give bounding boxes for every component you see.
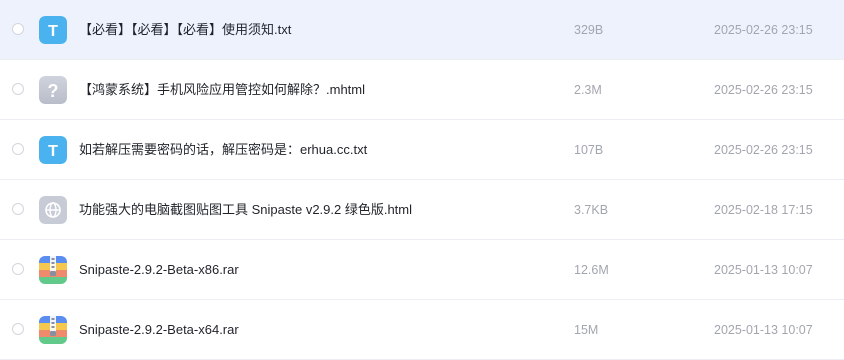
file-date: 2025-02-26 23:15	[714, 23, 813, 37]
archive-file-icon	[39, 316, 67, 344]
svg-text:T: T	[48, 143, 58, 160]
row-checkbox[interactable]	[12, 263, 24, 275]
file-name[interactable]: Snipaste-2.9.2-Beta-x86.rar	[79, 240, 239, 300]
file-date: 2025-01-13 10:07	[714, 323, 813, 337]
row-checkbox[interactable]	[12, 23, 24, 35]
file-name[interactable]: 功能强大的电脑截图贴图工具 Snipaste v2.9.2 绿色版.html	[79, 180, 412, 240]
file-row[interactable]: Snipaste-2.9.2-Beta-x64.rar 15M 2025-01-…	[0, 300, 844, 360]
unknown-file-icon: ?	[39, 76, 67, 104]
file-name[interactable]: Snipaste-2.9.2-Beta-x64.rar	[79, 300, 239, 360]
file-list: T 【必看】【必看】【必看】使用须知.txt 329B 2025-02-26 2…	[0, 0, 844, 360]
file-size: 2.3M	[574, 83, 602, 97]
file-name[interactable]: 【鸿蒙系统】手机风险应用管控如何解除？.mhtml	[79, 60, 365, 120]
text-file-icon: T	[39, 136, 67, 164]
file-row[interactable]: T 【必看】【必看】【必看】使用须知.txt 329B 2025-02-26 2…	[0, 0, 844, 60]
file-row[interactable]: T 如若解压需要密码的话，解压密码是：erhua.cc.txt 107B 202…	[0, 120, 844, 180]
file-name[interactable]: 如若解压需要密码的话，解压密码是：erhua.cc.txt	[79, 120, 367, 180]
file-size: 12.6M	[574, 263, 609, 277]
file-date: 2025-02-26 23:15	[714, 143, 813, 157]
web-file-icon	[39, 196, 67, 224]
file-size: 15M	[574, 323, 599, 337]
row-checkbox[interactable]	[12, 143, 24, 155]
archive-file-icon	[39, 256, 67, 284]
row-checkbox[interactable]	[12, 83, 24, 95]
file-date: 2025-02-18 17:15	[714, 203, 813, 217]
row-checkbox[interactable]	[12, 203, 24, 215]
file-date: 2025-01-13 10:07	[714, 263, 813, 277]
svg-text:?: ?	[48, 81, 59, 101]
file-size: 3.7KB	[574, 203, 609, 217]
file-date: 2025-02-26 23:15	[714, 83, 813, 97]
file-row[interactable]: 功能强大的电脑截图贴图工具 Snipaste v2.9.2 绿色版.html 3…	[0, 180, 844, 240]
file-name[interactable]: 【必看】【必看】【必看】使用须知.txt	[79, 0, 291, 60]
file-size: 329B	[574, 23, 604, 37]
file-row[interactable]: Snipaste-2.9.2-Beta-x86.rar 12.6M 2025-0…	[0, 240, 844, 300]
row-checkbox[interactable]	[12, 323, 24, 335]
file-row[interactable]: ? 【鸿蒙系统】手机风险应用管控如何解除？.mhtml 2.3M 2025-02…	[0, 60, 844, 120]
svg-text:T: T	[48, 23, 58, 40]
text-file-icon: T	[39, 16, 67, 44]
file-size: 107B	[574, 143, 604, 157]
